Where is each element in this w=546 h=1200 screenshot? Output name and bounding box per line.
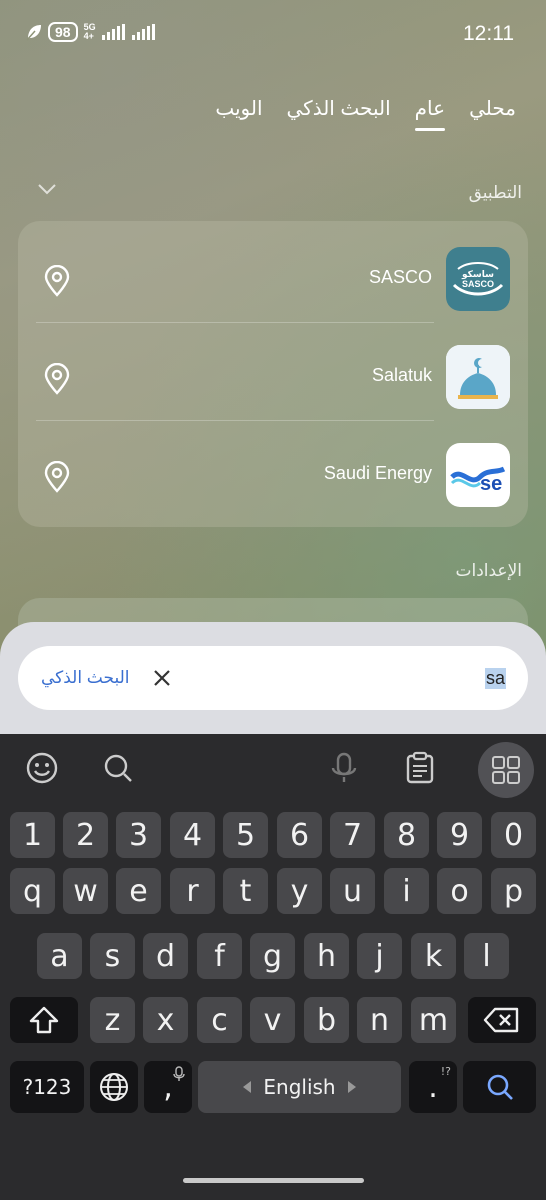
- key-z[interactable]: z: [90, 997, 135, 1043]
- key-k[interactable]: k: [411, 933, 456, 979]
- settings-section-label: الإعدادات: [455, 561, 522, 580]
- saudi-energy-logo-text: se: [480, 473, 503, 495]
- space-key[interactable]: English: [198, 1061, 401, 1113]
- key-b[interactable]: b: [304, 997, 349, 1043]
- app-results-list: ساسكو SASCO SASCO Salatuk se Saudi Energ…: [18, 221, 528, 527]
- key-w[interactable]: w: [63, 868, 108, 914]
- tab-smart-search[interactable]: البحث الذكي: [287, 96, 391, 131]
- saudi-energy-app-icon: se: [446, 443, 510, 507]
- chevron-down-icon[interactable]: [36, 182, 58, 196]
- location-pin-icon[interactable]: [44, 265, 70, 297]
- key-l[interactable]: l: [464, 933, 509, 979]
- key-7[interactable]: 7: [330, 812, 375, 858]
- status-icons: 98 5G 4+: [26, 22, 156, 42]
- key-c[interactable]: c: [197, 997, 242, 1043]
- network-type: 5G 4+: [83, 22, 96, 41]
- app-result-sasco[interactable]: ساسكو SASCO SASCO: [18, 225, 528, 323]
- microphone-icon: [173, 1066, 185, 1081]
- key-n[interactable]: n: [357, 997, 402, 1043]
- app-result-salatuk[interactable]: Salatuk: [18, 323, 528, 421]
- microphone-icon[interactable]: [326, 750, 362, 786]
- key-3[interactable]: 3: [116, 812, 161, 858]
- comma-label: ,: [163, 1069, 173, 1105]
- backspace-icon: [483, 1007, 519, 1033]
- key-q[interactable]: q: [10, 868, 55, 914]
- key-o[interactable]: o: [437, 868, 482, 914]
- symbols-key[interactable]: ?123: [10, 1061, 84, 1113]
- key-p[interactable]: p: [491, 868, 536, 914]
- clipboard-icon[interactable]: [402, 750, 438, 786]
- key-x[interactable]: x: [143, 997, 188, 1043]
- key-m[interactable]: m: [411, 997, 456, 1043]
- key-8[interactable]: 8: [384, 812, 429, 858]
- comma-key[interactable]: ,: [144, 1061, 192, 1113]
- key-1[interactable]: 1: [10, 812, 55, 858]
- backspace-key[interactable]: [468, 997, 536, 1043]
- key-e[interactable]: e: [116, 868, 161, 914]
- signal-icon-2: [131, 24, 155, 40]
- tab-web[interactable]: الويب: [215, 96, 262, 131]
- app-name: Saudi Energy: [323, 463, 432, 483]
- app-name: Salatuk: [371, 365, 432, 385]
- keyboard-menu-button[interactable]: [478, 742, 534, 798]
- period-key[interactable]: . !?: [409, 1061, 457, 1113]
- shift-icon: [29, 1006, 59, 1034]
- location-pin-icon[interactable]: [44, 363, 70, 395]
- key-4[interactable]: 4: [170, 812, 215, 858]
- signal-icon: [101, 24, 125, 40]
- search-panel: البحث الذكي sa: [0, 622, 546, 740]
- battery-indicator: 98: [48, 22, 78, 42]
- space-key-label: English: [263, 1075, 336, 1099]
- period-alt-label: !?: [440, 1065, 451, 1078]
- sasco-app-icon: ساسكو SASCO: [446, 247, 510, 311]
- app-name: SASCO: [368, 267, 432, 287]
- key-u[interactable]: u: [330, 868, 375, 914]
- globe-icon: [100, 1073, 128, 1101]
- period-label: .: [428, 1069, 438, 1105]
- key-f[interactable]: f: [197, 933, 242, 979]
- tab-general[interactable]: عام: [414, 96, 446, 131]
- key-6[interactable]: 6: [277, 812, 322, 858]
- app-result-saudi-energy[interactable]: se Saudi Energy: [18, 421, 528, 519]
- smart-search-button[interactable]: البحث الذكي: [41, 668, 130, 688]
- key-g[interactable]: g: [250, 933, 295, 979]
- apps-section-label: التطبيق: [468, 183, 522, 202]
- salatuk-app-icon: [446, 345, 510, 409]
- key-a[interactable]: a: [37, 933, 82, 979]
- search-query: sa: [484, 668, 506, 689]
- close-icon[interactable]: [152, 668, 172, 688]
- keyboard: 1 2 3 4 5 6 7 8 9 0 q w e r t y u i o p …: [0, 734, 546, 1200]
- status-bar: 98 5G 4+ 12:11: [0, 0, 546, 68]
- sasco-logo-text: ساسكو SASCO: [461, 269, 494, 289]
- language-key[interactable]: [90, 1061, 138, 1113]
- key-5[interactable]: 5: [223, 812, 268, 858]
- key-d[interactable]: d: [143, 933, 188, 979]
- location-pin-icon[interactable]: [44, 461, 70, 493]
- search-key[interactable]: [463, 1061, 536, 1113]
- arrow-left-icon: [243, 1081, 252, 1093]
- tab-local[interactable]: محلي: [469, 96, 516, 131]
- search-icon: [487, 1074, 513, 1100]
- key-v[interactable]: v: [250, 997, 295, 1043]
- arrow-right-icon: [347, 1081, 356, 1093]
- search-input[interactable]: البحث الذكي sa: [18, 646, 528, 710]
- key-s[interactable]: s: [90, 933, 135, 979]
- key-0[interactable]: 0: [491, 812, 536, 858]
- key-9[interactable]: 9: [437, 812, 482, 858]
- key-r[interactable]: r: [170, 868, 215, 914]
- key-i[interactable]: i: [384, 868, 429, 914]
- key-t[interactable]: t: [223, 868, 268, 914]
- emoji-icon[interactable]: [24, 750, 60, 786]
- key-j[interactable]: j: [357, 933, 402, 979]
- search-scope-tabs: محلي عام البحث الذكي الويب: [215, 96, 516, 131]
- search-icon[interactable]: [100, 750, 136, 786]
- home-indicator[interactable]: [183, 1178, 364, 1183]
- shift-key[interactable]: [10, 997, 78, 1043]
- key-y[interactable]: y: [277, 868, 322, 914]
- leaf-icon: [26, 25, 41, 41]
- key-2[interactable]: 2: [63, 812, 108, 858]
- grid-icon: [492, 756, 520, 784]
- key-h[interactable]: h: [304, 933, 349, 979]
- clock: 12:11: [463, 22, 514, 45]
